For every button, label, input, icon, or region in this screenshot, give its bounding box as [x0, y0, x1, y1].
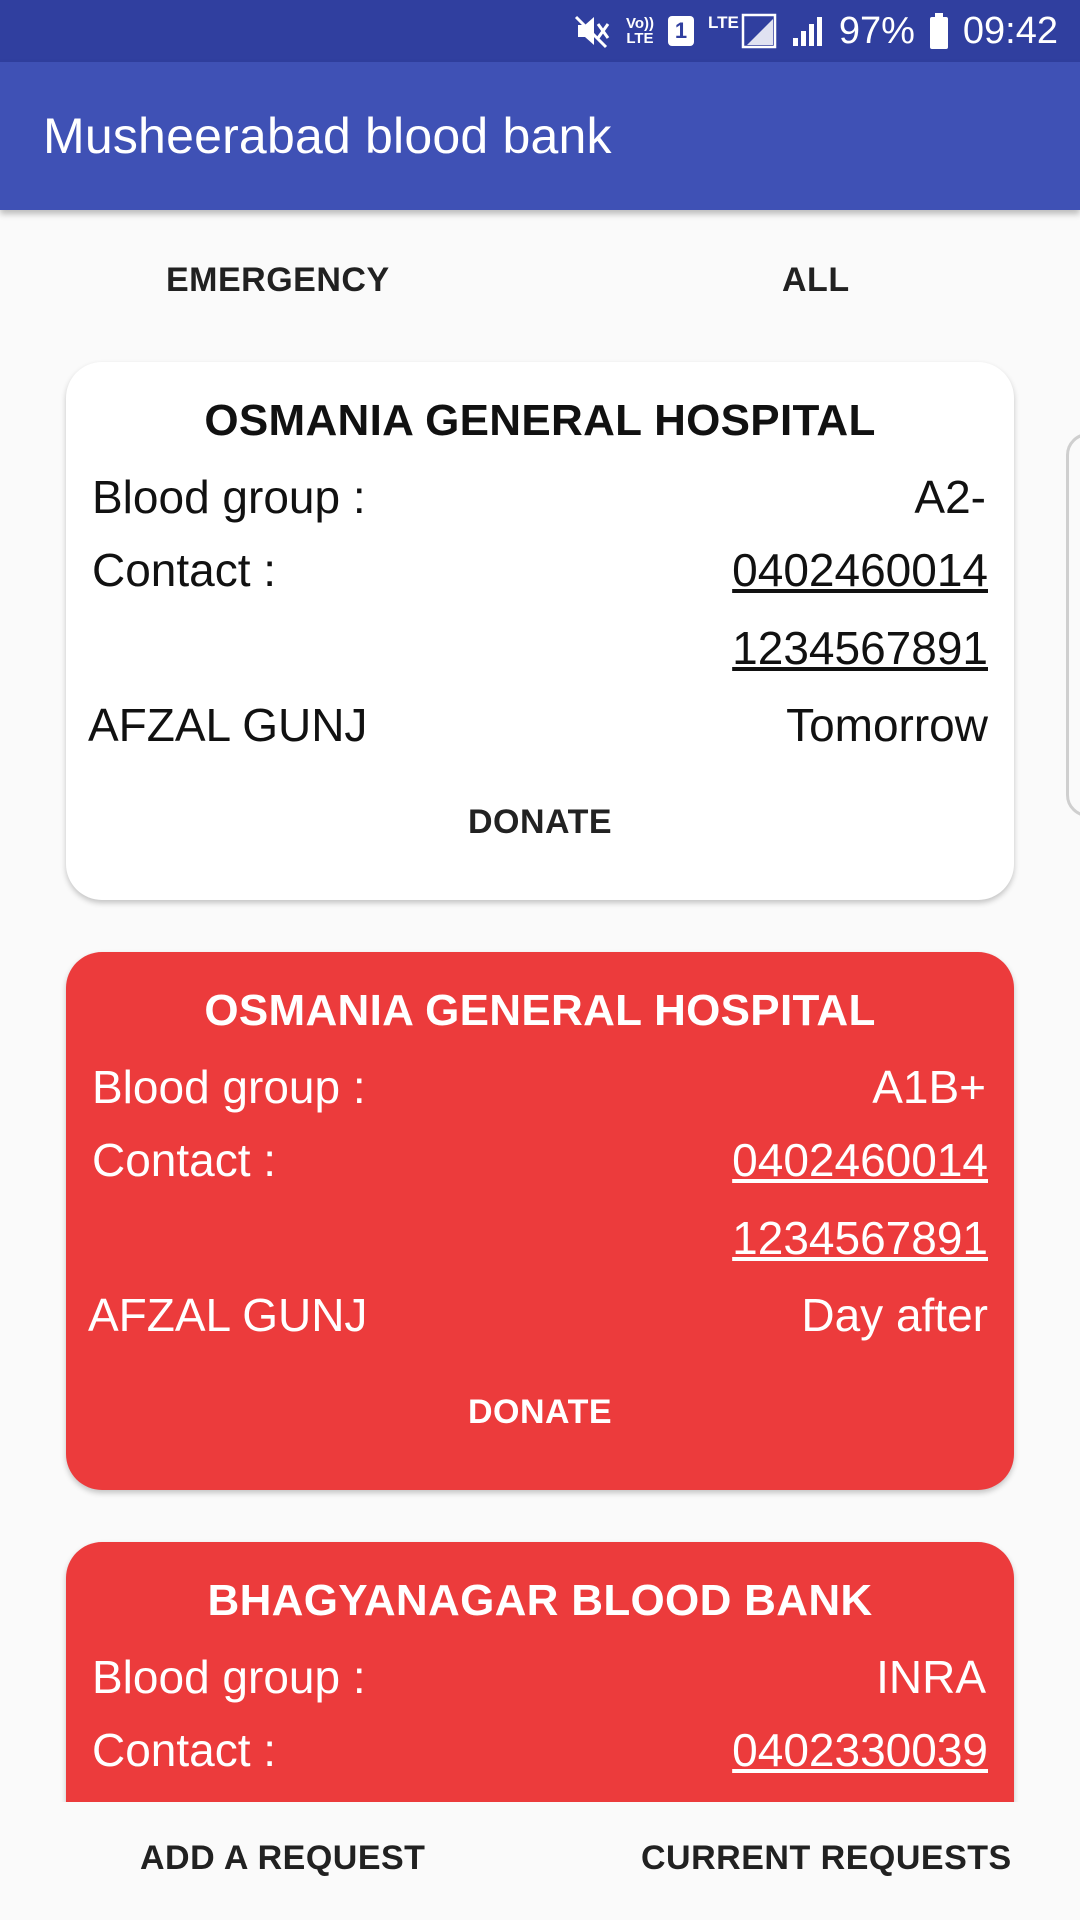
phone-link[interactable]: 1234567891	[732, 1211, 988, 1265]
clock: 09:42	[962, 10, 1058, 52]
sim-number: 1	[674, 18, 688, 43]
battery-icon	[929, 13, 949, 49]
request-list[interactable]: OSMANIA GENERAL HOSPITAL Blood group : A…	[0, 340, 1080, 1802]
screen: Vo)) LTE 1 LTE 97% 09:42 Musheerabad blo…	[0, 0, 1080, 1920]
blood-group-label: Blood group :	[92, 1061, 366, 1113]
contact-label: Contact :	[92, 1724, 277, 1776]
request-card: OSMANIA GENERAL HOSPITAL Blood group : A…	[66, 362, 1014, 900]
network-type: LTE	[707, 13, 739, 32]
hospital-name: BHAGYANAGAR BLOOD BANK	[207, 1576, 873, 1625]
contact-label: Contact :	[92, 544, 277, 596]
current-requests-button[interactable]: CURRENT REQUESTS	[635, 1838, 1018, 1879]
signal-strength-icon	[791, 14, 825, 48]
phone-link[interactable]: 0402460014	[732, 1133, 988, 1187]
all-tab-button[interactable]: ALL	[776, 260, 856, 301]
add-request-button[interactable]: ADD A REQUEST	[134, 1838, 431, 1879]
filter-tabs: EMERGENCY ALL	[0, 210, 1080, 340]
when-text: Day after	[801, 1289, 988, 1341]
blood-group-value: A2-	[914, 471, 986, 523]
bottom-action-bar: ADD A REQUEST CURRENT REQUESTS	[0, 1802, 1080, 1920]
blood-group-value: INRA	[876, 1651, 986, 1703]
phone-link[interactable]: 1234567891	[732, 621, 988, 675]
when-text: Tomorrow	[786, 699, 988, 751]
app-bar: Musheerabad blood bank	[0, 62, 1080, 210]
volte-label-bottom: LTE	[626, 30, 654, 47]
hospital-name: OSMANIA GENERAL HOSPITAL	[204, 396, 876, 445]
request-card: OSMANIA GENERAL HOSPITAL Blood group : A…	[66, 952, 1014, 1490]
phone-link[interactable]: 0402330039	[732, 1723, 988, 1777]
donate-button[interactable]: DONATE	[66, 802, 1014, 843]
emergency-tab-button[interactable]: EMERGENCY	[160, 260, 396, 301]
blood-group-label: Blood group :	[92, 471, 366, 523]
mute-vibrate-icon	[572, 11, 612, 51]
contact-label: Contact :	[92, 1134, 277, 1186]
blood-group-value: A1B+	[872, 1061, 986, 1113]
donate-button[interactable]: DONATE	[66, 1392, 1014, 1433]
location-text: AFZAL GUNJ	[88, 1289, 368, 1341]
hospital-name: OSMANIA GENERAL HOSPITAL	[204, 986, 876, 1035]
status-bar: Vo)) LTE 1 LTE 97% 09:42	[0, 0, 1080, 62]
blood-group-label: Blood group :	[92, 1651, 366, 1703]
phone-link[interactable]: 0402460014	[732, 543, 988, 597]
battery-percent: 97%	[838, 10, 915, 52]
lte-signal-icon: LTE	[708, 13, 777, 49]
volte-label-top: Vo))	[625, 15, 654, 32]
request-card: BHAGYANAGAR BLOOD BANK Blood group : INR…	[66, 1542, 1014, 1802]
app-title: Musheerabad blood bank	[43, 108, 612, 164]
volte-icon: Vo)) LTE	[626, 16, 654, 46]
sim-icon: 1	[667, 16, 694, 46]
location-text: AFZAL GUNJ	[88, 699, 368, 751]
